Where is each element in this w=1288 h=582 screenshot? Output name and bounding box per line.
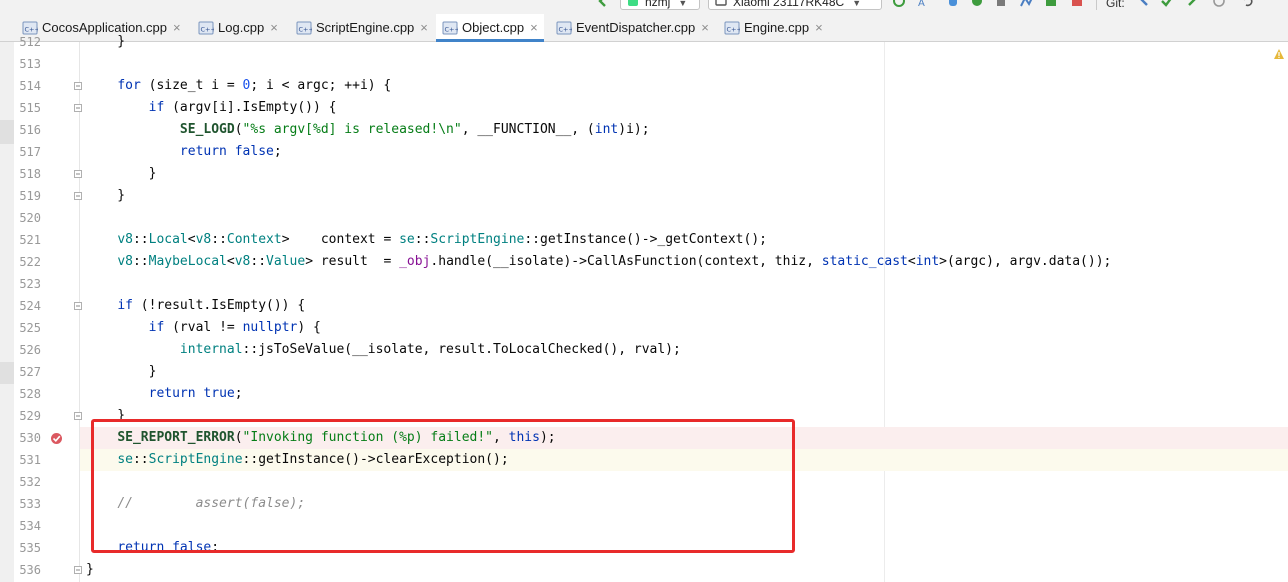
line-number[interactable]: 517: [14, 141, 41, 163]
code-line[interactable]: 536}: [0, 559, 1288, 581]
code-text[interactable]: if (rval != nullptr) {: [86, 317, 321, 339]
line-number[interactable]: 519: [14, 185, 41, 207]
code-line[interactable]: 517 return false;: [0, 141, 1288, 163]
svg-text:A: A: [918, 0, 925, 8]
code-text[interactable]: }: [86, 163, 157, 185]
code-text[interactable]: }: [86, 559, 94, 581]
device-label: Xiaomi 23117RK48C: [733, 0, 845, 9]
line-number[interactable]: 523: [14, 273, 41, 295]
line-number[interactable]: 515: [14, 97, 41, 119]
git-label: Git:: [1106, 0, 1125, 10]
code-text[interactable]: return false;: [86, 141, 282, 163]
line-number[interactable]: 514: [14, 75, 41, 97]
refresh-icon[interactable]: [892, 0, 906, 8]
fold-marker-icon[interactable]: [74, 192, 82, 200]
code-line[interactable]: 521 v8::Local<v8::Context> context = se:…: [0, 229, 1288, 251]
rollback-icon[interactable]: [1240, 0, 1254, 8]
code-line[interactable]: 526 internal::jsToSeValue(__isolate, res…: [0, 339, 1288, 361]
code-editor[interactable]: 512 } 513 514 for (size_t i = 0; i < argc;…: [0, 34, 1288, 582]
android-icon: [628, 0, 638, 6]
annotation-highlight-box: [91, 419, 795, 553]
sync-icon[interactable]: [1044, 0, 1058, 8]
code-line[interactable]: 520: [0, 207, 1288, 229]
code-line[interactable]: 518 }: [0, 163, 1288, 185]
code-text[interactable]: v8::MaybeLocal<v8::Value> result = _obj.…: [86, 251, 1111, 273]
line-number[interactable]: 528: [14, 383, 41, 405]
fold-marker-icon[interactable]: [74, 170, 82, 178]
code-line[interactable]: 519 }: [0, 185, 1288, 207]
line-number[interactable]: 522: [14, 251, 41, 273]
git-push-icon[interactable]: [1186, 0, 1200, 8]
main-toolbar: nzmj ▼ Xiaomi 23117RK48C ▼ A Git:: [0, 0, 1288, 14]
code-text[interactable]: }: [86, 361, 157, 383]
chevron-down-icon: ▼: [852, 0, 862, 8]
code-line[interactable]: 524 if (!result.IsEmpty()) {: [0, 295, 1288, 317]
code-line[interactable]: 512 }: [0, 31, 1288, 53]
line-number[interactable]: 524: [14, 295, 41, 317]
line-number[interactable]: 516: [14, 119, 41, 141]
attach-icon[interactable]: [994, 0, 1008, 8]
apply-changes-icon[interactable]: A: [916, 0, 930, 8]
line-number[interactable]: 526: [14, 339, 41, 361]
run-config-combo[interactable]: nzmj ▼: [620, 0, 700, 10]
code-line[interactable]: 528 return true;: [0, 383, 1288, 405]
git-update-icon[interactable]: [1136, 0, 1150, 8]
breakpoint-icon[interactable]: [50, 432, 63, 445]
line-number[interactable]: 527: [14, 361, 41, 383]
stop-icon[interactable]: [1070, 0, 1084, 8]
history-icon[interactable]: [1212, 0, 1226, 8]
code-text[interactable]: for (size_t i = 0; i < argc; ++i) {: [86, 75, 391, 97]
run-config-label: nzmj: [645, 0, 671, 9]
code-line[interactable]: 514 for (size_t i = 0; i < argc; ++i) {: [0, 75, 1288, 97]
code-text[interactable]: internal::jsToSeValue(__isolate, result.…: [86, 339, 681, 361]
device-icon: [715, 0, 727, 6]
back-arrow-icon[interactable]: [596, 0, 610, 8]
code-line[interactable]: 523: [0, 273, 1288, 295]
code-text[interactable]: SE_LOGD("%s argv[%d] is released!\n", __…: [86, 119, 650, 141]
code-line[interactable]: 516 SE_LOGD("%s argv[%d] is released!\n"…: [0, 119, 1288, 141]
fold-marker-icon[interactable]: [74, 302, 82, 310]
line-number[interactable]: 535: [14, 537, 41, 559]
line-number[interactable]: 525: [14, 317, 41, 339]
code-line[interactable]: 513: [0, 53, 1288, 75]
code-text[interactable]: }: [86, 185, 125, 207]
profile-icon[interactable]: [1020, 0, 1034, 8]
code-text[interactable]: v8::Local<v8::Context> context = se::Scr…: [86, 229, 767, 251]
code-text[interactable]: }: [86, 31, 125, 53]
toolbar-separator: [1096, 0, 1097, 10]
gear-icon[interactable]: [970, 0, 984, 8]
fold-marker-icon[interactable]: [74, 104, 82, 112]
fold-marker-icon[interactable]: [74, 566, 82, 574]
device-combo[interactable]: Xiaomi 23117RK48C ▼: [708, 0, 882, 10]
code-line[interactable]: 527 }: [0, 361, 1288, 383]
fold-marker-icon[interactable]: [74, 82, 82, 90]
line-number[interactable]: 536: [14, 559, 41, 581]
code-line[interactable]: 525 if (rval != nullptr) {: [0, 317, 1288, 339]
chevron-down-icon: ▼: [678, 0, 688, 8]
line-number[interactable]: 534: [14, 515, 41, 537]
code-text[interactable]: return true;: [86, 383, 243, 405]
code-line[interactable]: 522 v8::MaybeLocal<v8::Value> result = _…: [0, 251, 1288, 273]
line-number[interactable]: 518: [14, 163, 41, 185]
line-number[interactable]: 529: [14, 405, 41, 427]
line-number[interactable]: 520: [14, 207, 41, 229]
code-text[interactable]: if (argv[i].IsEmpty()) {: [86, 97, 337, 119]
debug-icon[interactable]: [946, 0, 960, 8]
line-number[interactable]: 530: [14, 427, 41, 449]
line-number[interactable]: 532: [14, 471, 41, 493]
line-number[interactable]: 533: [14, 493, 41, 515]
fold-marker-icon[interactable]: [74, 412, 82, 420]
line-number[interactable]: 521: [14, 229, 41, 251]
line-number[interactable]: 512: [14, 31, 41, 53]
code-line[interactable]: 515 if (argv[i].IsEmpty()) {: [0, 97, 1288, 119]
line-number[interactable]: 513: [14, 53, 41, 75]
git-commit-icon[interactable]: [1160, 0, 1174, 8]
line-number[interactable]: 531: [14, 449, 41, 471]
code-text[interactable]: if (!result.IsEmpty()) {: [86, 295, 305, 317]
